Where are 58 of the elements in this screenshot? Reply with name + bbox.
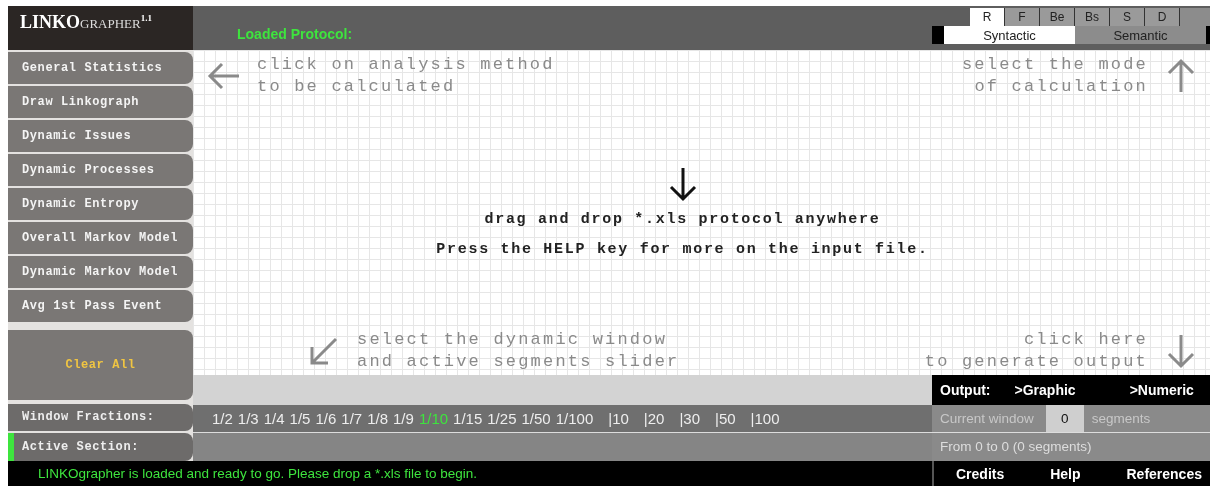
window-fraction-option[interactable]: |100 [750,410,780,427]
hint-text: click here to generate output [924,329,1148,373]
window-fraction-option[interactable]: 1/50 [521,410,551,427]
window-fraction-option[interactable]: 1/9 [393,410,414,427]
active-range-text: From 0 to 0 (0 segments) [939,438,1093,456]
link-type-tab[interactable]: Be [1040,8,1075,26]
analysis-method-button[interactable]: General Statistics [8,52,193,84]
hint-text: select the mode of calculation [961,54,1148,98]
drop-area[interactable] [193,50,1210,375]
analysis-method-button[interactable]: Dynamic Entropy [8,188,193,220]
mode-tab[interactable]: Syntactic [944,26,1075,44]
drop-instructions: drag and drop *.xls protocol anywhere [484,209,881,230]
hint-text: click on analysis method to be calculated [257,54,555,98]
hint-text: select the dynamic window and active segments slider [357,329,680,373]
analysis-method-button[interactable]: Dynamic Processes [8,154,193,186]
analysis-method-button[interactable]: Overall Markov Model [8,222,193,254]
window-fraction-option[interactable]: 1/15 [453,410,483,427]
window-fraction-option[interactable]: 1/4 [263,410,285,427]
status-message: LINKOgrapher is loaded and ready to go. Please drop a *.xls file to begin. [37,466,479,481]
active-section-bar[interactable] [193,433,932,461]
active-section-label: Active Section: [8,433,193,461]
window-fraction-option[interactable]: |50 [715,410,736,427]
window-fraction-option[interactable]: 1/5 [289,410,311,427]
analysis-method-button[interactable]: Avg 1st Pass Event [8,290,193,322]
window-fraction-option[interactable]: 1/25 [487,410,517,427]
link-type-tab[interactable]: R [970,8,1005,26]
window-fraction-option[interactable]: 1/2 [212,410,233,427]
footer-link[interactable]: Help [1050,465,1081,482]
output-option-link[interactable]: >Graphic [1014,382,1076,398]
app-logo: LINKOGRAPHER$^{1.1}$ [8,6,193,50]
analysis-method-button[interactable]: Draw Linkograph [8,86,193,118]
analysis-method-button[interactable]: Dynamic Markov Model [8,256,193,288]
window-fraction-option[interactable]: |30 [679,410,700,427]
window-fraction-option[interactable]: |10 [608,410,629,427]
help-instructions: Press the HELP key for more on the input file. [436,239,929,260]
link-type-tab[interactable]: S [1110,8,1145,26]
output-label: Output: [940,382,991,398]
link-type-tab[interactable]: F [1005,8,1040,26]
loaded-protocol-label: Loaded Protocol: [236,25,354,44]
segments-label: segments [1091,411,1151,426]
window-fraction-option[interactable]: 1/10 [418,410,449,427]
footer-link[interactable]: References [1126,465,1202,482]
link-type-tab[interactable]: D [1145,8,1180,26]
window-fraction-option[interactable]: 1/100 [555,410,594,427]
mode-tab[interactable]: Semantic [1075,26,1206,44]
clear-all-button[interactable]: Clear All [8,330,193,400]
window-fraction-option[interactable]: 1/8 [367,410,388,427]
window-fraction-option[interactable]: |20 [643,410,665,427]
current-window-label: Current window [940,411,1034,426]
footer-link[interactable]: Credits [956,465,1005,482]
window-fraction-option[interactable]: 1/7 [341,410,363,427]
window-fraction-option[interactable]: 1/3 [237,410,259,427]
window-fractions-label: Window Fractions: [8,404,193,431]
analysis-method-button[interactable]: Dynamic Issues [8,120,193,152]
output-option-link[interactable]: >Numeric [1129,382,1194,398]
link-type-tab[interactable]: Bs [1075,8,1110,26]
window-fraction-option[interactable]: 1/6 [315,410,337,427]
current-window-field[interactable]: 0 [1045,405,1084,432]
